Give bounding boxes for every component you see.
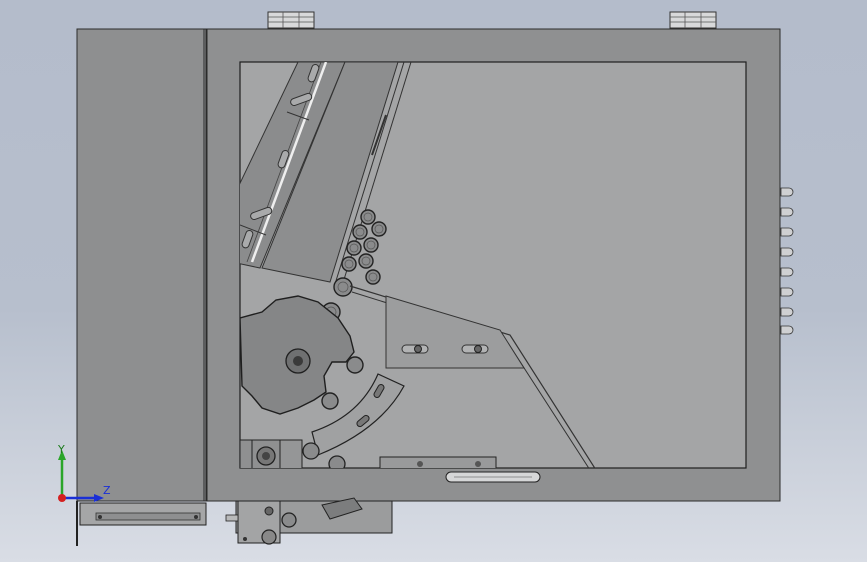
model-view[interactable]: Y Z	[0, 0, 867, 562]
top-hinge-right	[669, 11, 717, 29]
left-panel	[76, 28, 207, 502]
side-fins	[780, 187, 794, 335]
triad-x-axis	[58, 494, 66, 502]
top-hinge-left	[267, 11, 315, 29]
triad-z-label: Z	[103, 484, 111, 497]
cad-viewport[interactable]: Y Z	[0, 0, 867, 562]
triad-y-label: Y	[57, 443, 65, 456]
base-bracket	[76, 497, 393, 546]
